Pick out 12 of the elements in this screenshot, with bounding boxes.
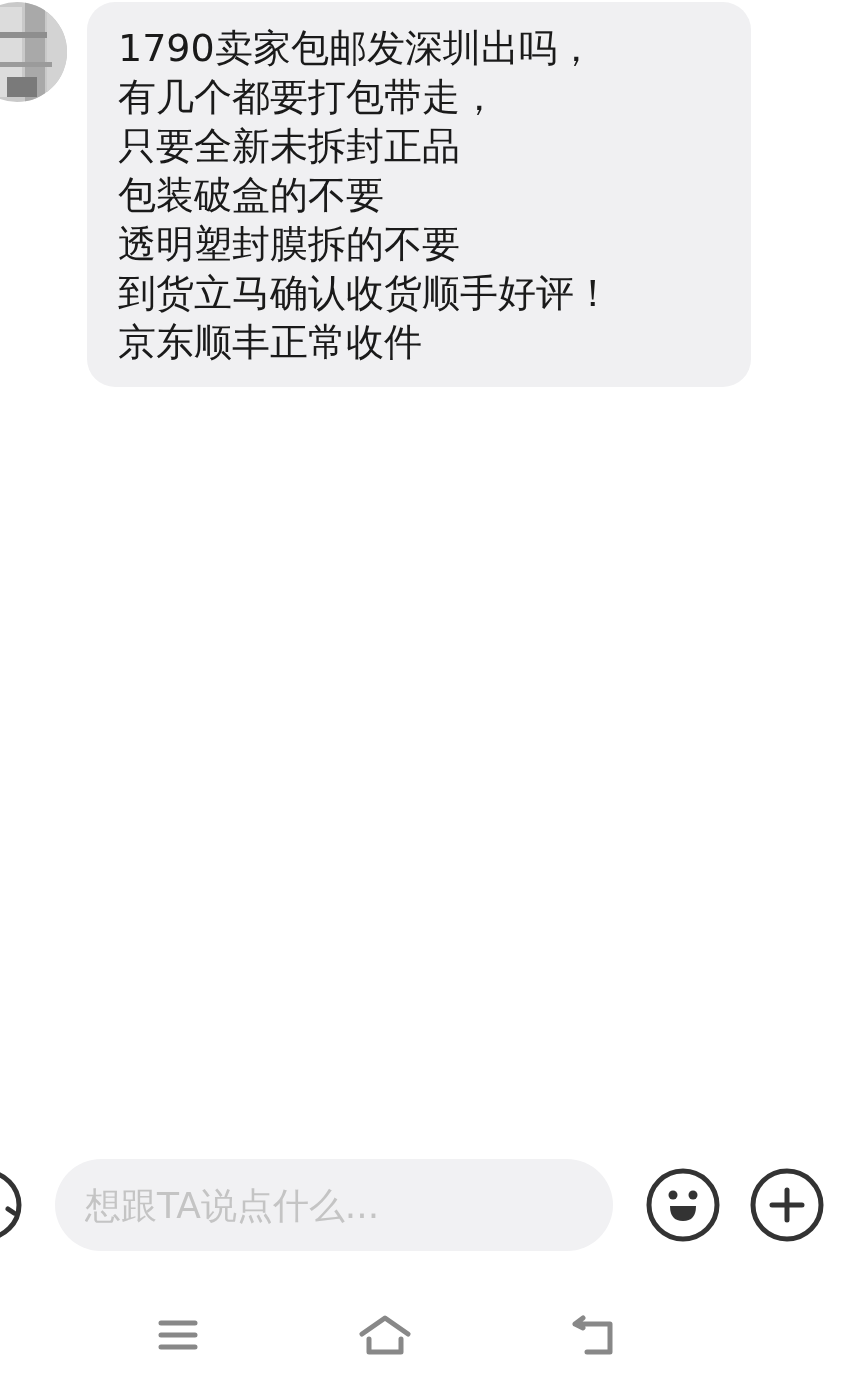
back-icon[interactable] (572, 1315, 616, 1355)
emoji-icon[interactable] (646, 1168, 720, 1242)
message-line: 包装破盒的不要 (118, 172, 385, 219)
add-icon[interactable] (750, 1168, 824, 1242)
message-line: 只要全新未拆封正品 (118, 123, 461, 170)
message-line: 到货立马确认收货顺手好评！ (118, 270, 613, 317)
message-line: 有几个都要打包带走， (118, 74, 499, 121)
message-line: 透明塑封膜拆的不要 (118, 221, 461, 268)
message-line: 京东顺丰正常收件 (118, 319, 423, 366)
home-icon[interactable] (359, 1315, 411, 1355)
message-line: 1790卖家包邮发深圳出吗， (118, 25, 596, 72)
menu-icon[interactable] (158, 1319, 198, 1351)
